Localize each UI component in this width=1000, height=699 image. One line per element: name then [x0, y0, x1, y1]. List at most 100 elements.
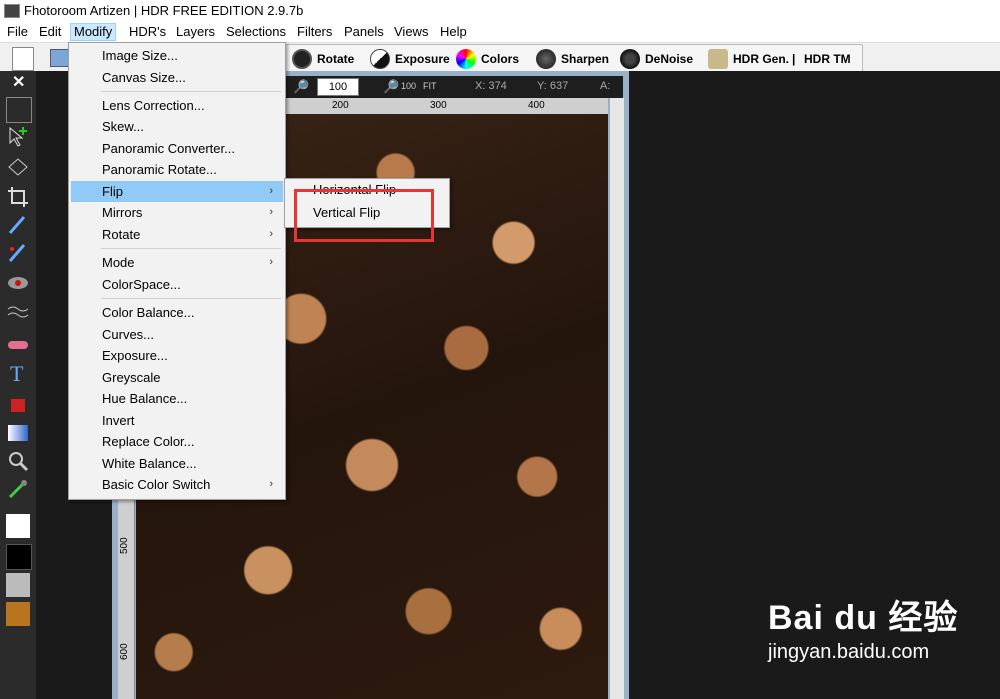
a-readout: A: — [600, 80, 611, 92]
menu-item-image-size[interactable]: Image Size... — [71, 45, 283, 66]
menu-item-rotate[interactable]: Rotate › — [71, 224, 283, 245]
sharpen-label: Sharpen — [561, 52, 610, 66]
chevron-right-icon: › — [269, 228, 273, 240]
menu-item-label: Mirrors — [102, 205, 143, 220]
menu-item-flip[interactable]: Flip › — [71, 181, 283, 202]
denoise-label: DeNoise — [645, 52, 694, 66]
foreground-color-swatch[interactable] — [6, 514, 30, 538]
select-arrow-icon[interactable] — [6, 97, 32, 123]
menu-item-replace-color[interactable]: Replace Color... — [71, 431, 283, 452]
paint-bucket-icon[interactable] — [6, 391, 30, 415]
menu-panels[interactable]: Panels — [341, 24, 387, 40]
menu-item-label: ColorSpace... — [102, 277, 181, 292]
menu-hdrs[interactable]: HDR's — [126, 24, 169, 40]
y-coordinate: Y: 637 — [537, 80, 569, 92]
hdr-gen-button[interactable]: HDR Gen. — [708, 49, 789, 69]
zoom-in-icon[interactable]: 🔎 — [293, 79, 309, 95]
zoom-tool-icon[interactable] — [6, 449, 30, 473]
menu-item-greyscale[interactable]: Greyscale — [71, 367, 283, 388]
menu-edit[interactable]: Edit — [36, 24, 64, 40]
ruler-tick-label: 400 — [528, 100, 545, 111]
exposure-icon — [370, 49, 390, 69]
menu-item-label: Panoramic Converter... — [102, 141, 235, 156]
menu-item-mode[interactable]: Mode › — [71, 252, 283, 273]
menu-item-basic-color-switch[interactable]: Basic Color Switch › — [71, 474, 283, 495]
menu-item-label: Greyscale — [102, 370, 161, 385]
adjustment-toolbar: Rotate Exposure Colors Sharpen DeNoise H… — [285, 44, 863, 72]
close-panel-icon[interactable]: ✕ — [12, 72, 25, 92]
menu-item-label: Panoramic Rotate... — [102, 162, 217, 177]
svg-text:T: T — [10, 361, 24, 385]
menu-item-curves[interactable]: Curves... — [71, 324, 283, 345]
menu-item-label: Curves... — [102, 327, 155, 342]
gradient-icon[interactable] — [6, 421, 30, 445]
eraser-icon[interactable] — [6, 333, 30, 357]
background-color-swatch[interactable] — [6, 544, 32, 570]
app-icon — [4, 4, 20, 18]
menu-help[interactable]: Help — [437, 24, 470, 40]
zoom-input[interactable]: 100 — [317, 78, 359, 96]
chevron-right-icon: › — [269, 478, 273, 490]
menu-item-hue-balance[interactable]: Hue Balance... — [71, 388, 283, 409]
menu-item-label: Exposure... — [102, 348, 168, 363]
menu-item-label: Lens Correction... — [102, 98, 205, 113]
menu-selections[interactable]: Selections — [223, 24, 289, 40]
red-eye-icon[interactable] — [6, 271, 30, 295]
menu-item-label: Rotate — [102, 227, 141, 242]
vertical-scrollbar[interactable] — [610, 98, 624, 699]
watermark-url: jingyan.baidu.com — [768, 641, 930, 663]
menu-item-lens-correction[interactable]: Lens Correction... — [71, 95, 283, 116]
menu-item-mirrors[interactable]: Mirrors › — [71, 202, 283, 223]
watermark-brand: Bai du 经验 — [768, 599, 959, 637]
menu-item-label: Mode — [102, 255, 135, 270]
menu-item-exposure[interactable]: Exposure... — [71, 345, 283, 366]
add-select-icon[interactable] — [6, 125, 30, 149]
crop-icon[interactable] — [6, 185, 30, 209]
menu-item-colorspace[interactable]: ColorSpace... — [71, 274, 283, 295]
rotate-button[interactable]: Rotate — [292, 49, 354, 69]
menu-item-invert[interactable]: Invert — [71, 410, 283, 431]
menu-item-panoramic-rotate[interactable]: Panoramic Rotate... — [71, 159, 283, 180]
chevron-right-icon: › — [269, 206, 273, 218]
sharpen-button[interactable]: Sharpen — [536, 49, 609, 69]
ruler-tick-label: 300 — [430, 100, 447, 111]
menu-separator — [101, 248, 281, 249]
grey-color-swatch[interactable] — [6, 573, 30, 597]
menu-item-label: Skew... — [102, 119, 144, 134]
texture-swatch[interactable] — [6, 602, 30, 626]
colors-button[interactable]: Colors — [456, 49, 519, 69]
menu-item-panoramic-converter[interactable]: Panoramic Converter... — [71, 138, 283, 159]
menu-separator — [101, 91, 281, 92]
menu-item-skew[interactable]: Skew... — [71, 116, 283, 137]
menu-bar: File Edit Modify HDR's Layers Selections… — [0, 22, 1000, 43]
menu-layers[interactable]: Layers — [173, 24, 218, 40]
menu-item-label: Hue Balance... — [102, 391, 188, 406]
menu-views[interactable]: Views — [391, 24, 431, 40]
menu-file[interactable]: File — [4, 24, 31, 40]
toolbar-separator: | — [792, 52, 796, 66]
menu-modify[interactable]: Modify — [70, 23, 117, 41]
new-file-icon[interactable] — [12, 47, 34, 71]
brush-icon[interactable] — [6, 213, 30, 237]
zoom-100-icon[interactable]: 100 — [401, 81, 416, 91]
fit-icon[interactable]: FIT — [423, 81, 437, 91]
menu-item-white-balance[interactable]: White Balance... — [71, 453, 283, 474]
window-title: Fhotoroom Artizen | HDR FREE EDITION 2.9… — [24, 3, 304, 18]
color-wheel-icon — [456, 49, 476, 69]
lasso-icon[interactable] — [6, 155, 30, 179]
waves-icon[interactable] — [6, 301, 30, 325]
hdr-tm-button[interactable]: HDR TM — [804, 49, 851, 69]
menu-item-canvas-size[interactable]: Canvas Size... — [71, 67, 283, 88]
zoom-out-icon[interactable]: 🔎 — [383, 79, 399, 95]
menu-item-color-balance[interactable]: Color Balance... — [71, 302, 283, 323]
menu-separator — [101, 298, 281, 299]
modify-menu: Image Size... Canvas Size... Lens Correc… — [68, 42, 286, 500]
ruler-tick-label: 200 — [332, 100, 349, 111]
denoise-button[interactable]: DeNoise — [620, 49, 693, 69]
text-tool-icon[interactable]: T — [6, 361, 30, 386]
exposure-label: Exposure — [395, 52, 450, 66]
red-brush-icon[interactable] — [6, 241, 30, 265]
menu-filters[interactable]: Filters — [294, 24, 335, 40]
exposure-button[interactable]: Exposure — [370, 49, 450, 69]
eyedropper-icon[interactable] — [6, 477, 30, 501]
